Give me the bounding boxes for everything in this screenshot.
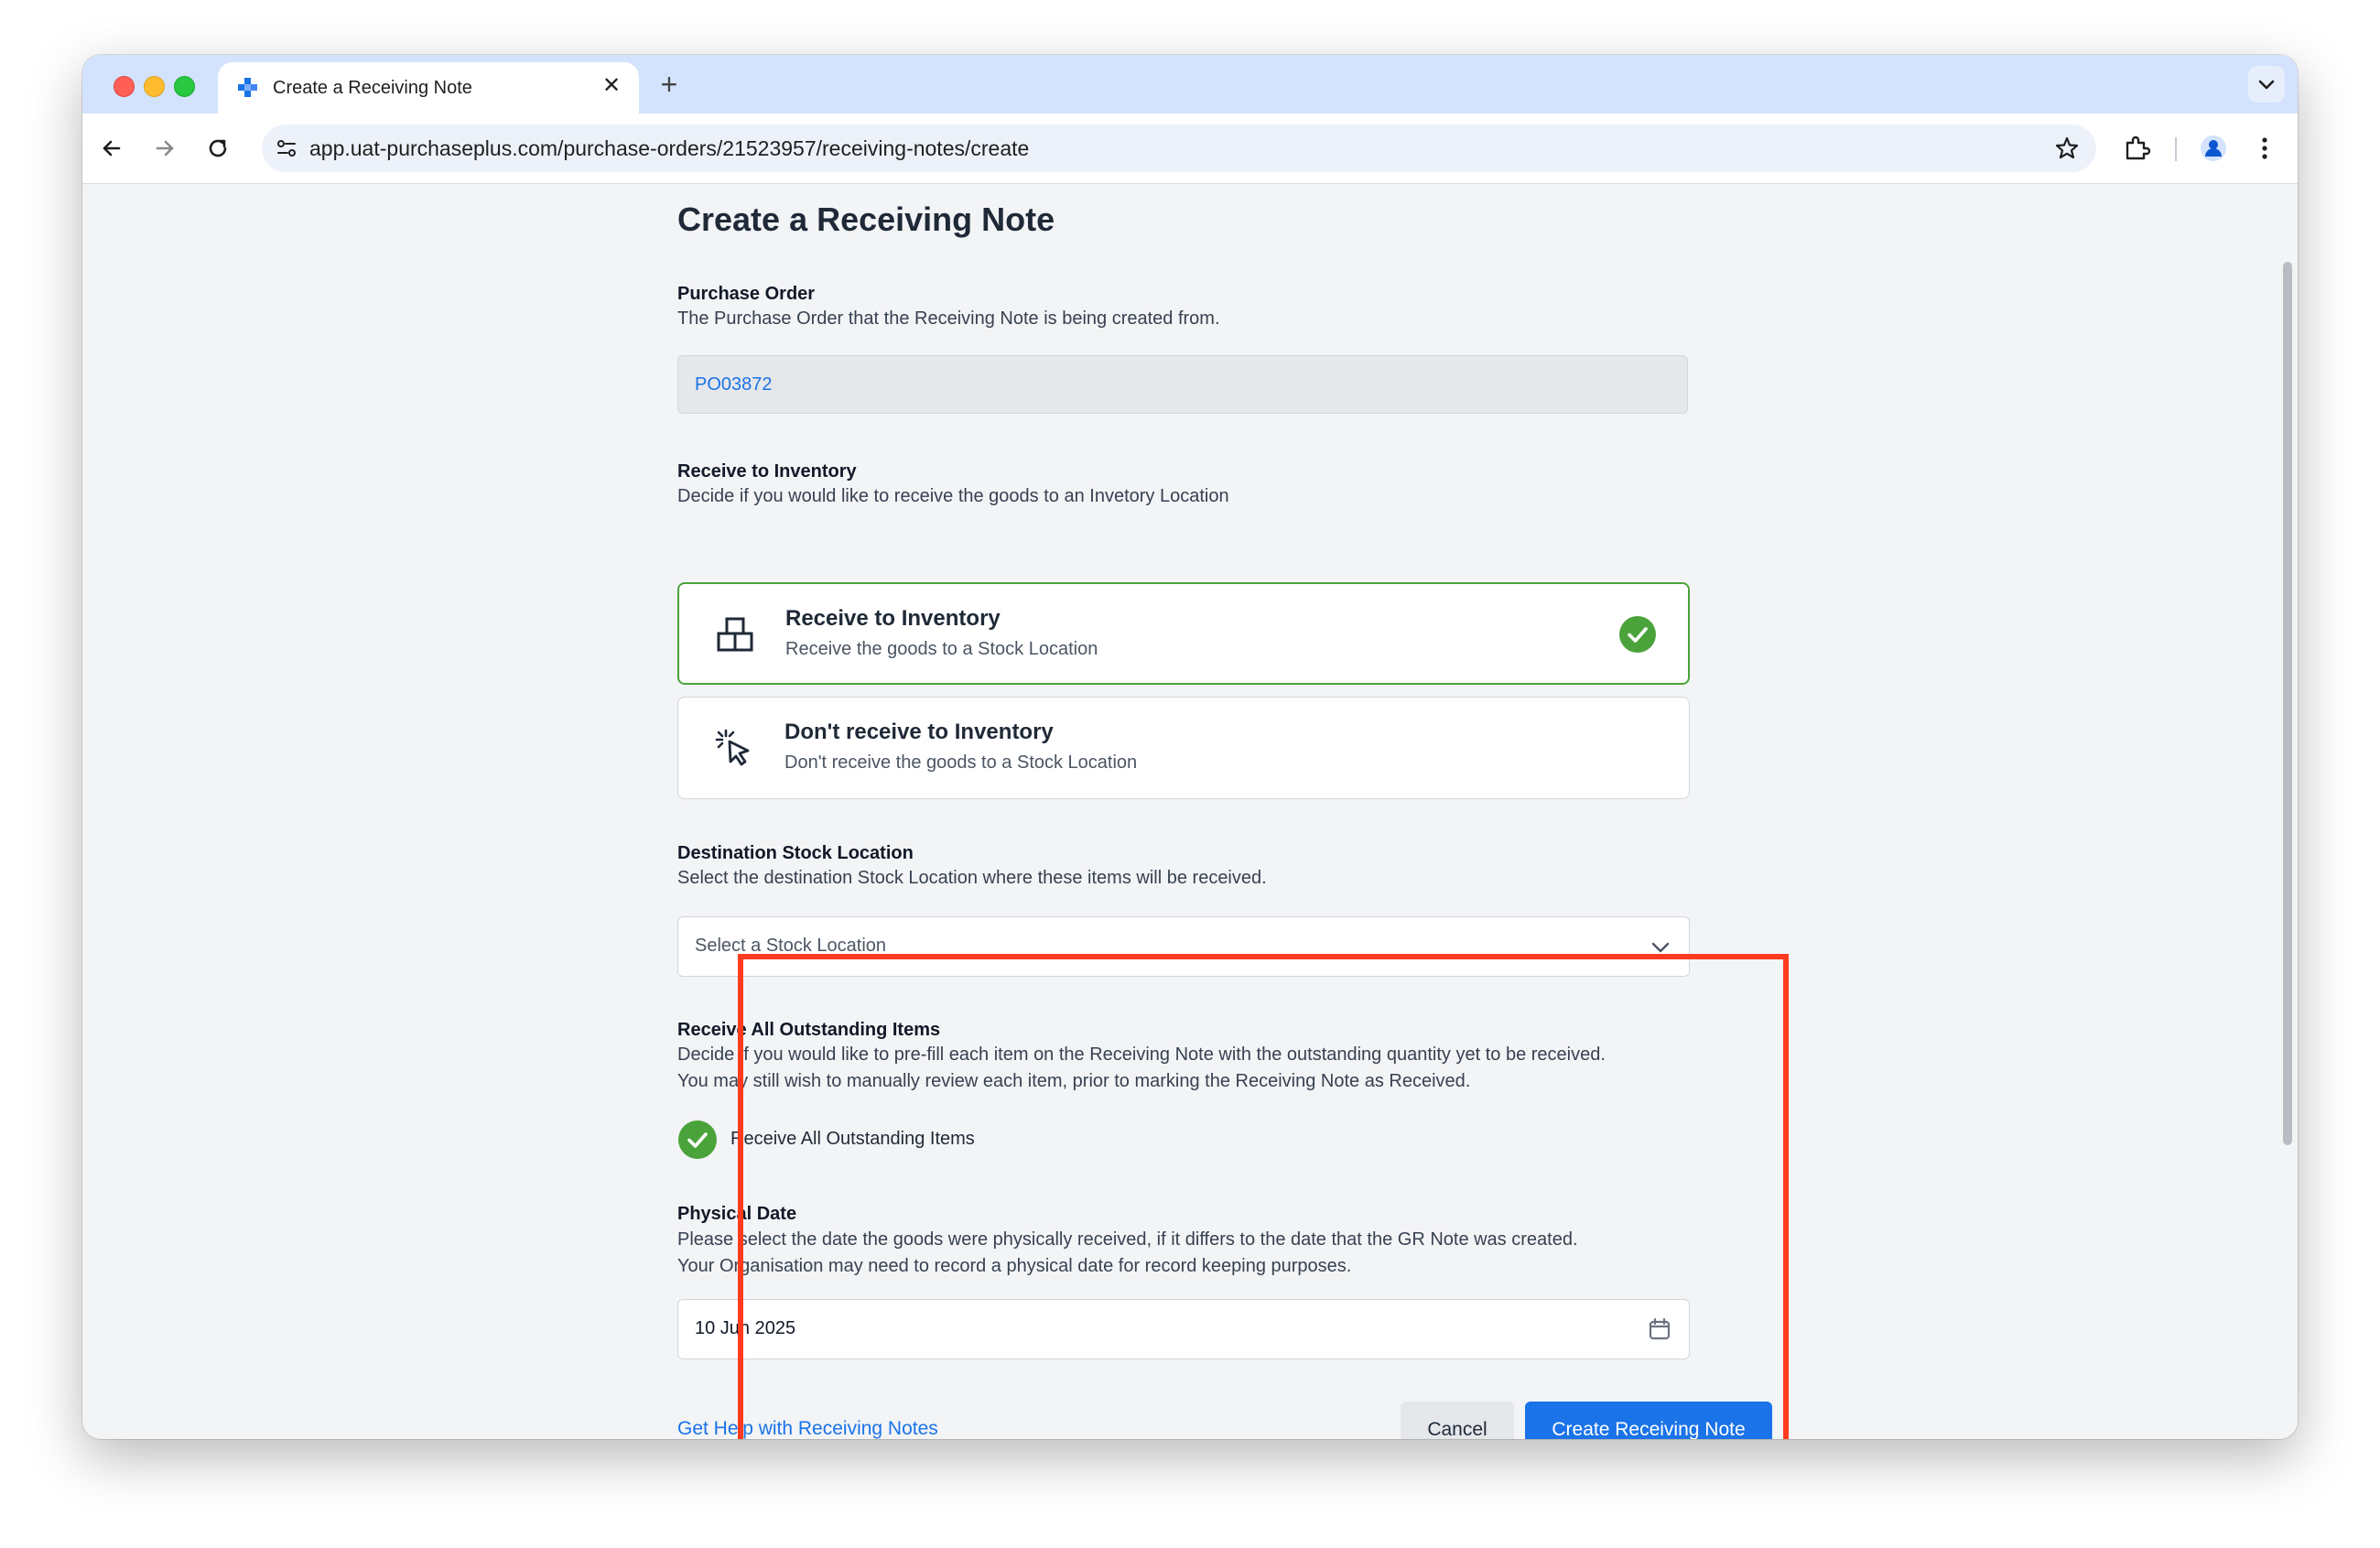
stock-location-placeholder: Select a Stock Location	[695, 936, 887, 956]
option-description: Don't receive the goods to a Stock Locat…	[784, 752, 1138, 773]
page-title: Create a Receiving Note	[677, 200, 1055, 238]
physical-date-label: Physical Date	[677, 1204, 797, 1224]
receive-to-inventory-label: Receive to Inventory	[677, 461, 857, 482]
purchase-order-description: The Purchase Order that the Receiving No…	[677, 309, 1220, 329]
destination-stock-location-description: Select the destination Stock Location wh…	[677, 868, 1267, 888]
physical-date-value: 10 Jun 2025	[695, 1318, 796, 1338]
checkbox-label[interactable]: Receive All Outstanding Items	[730, 1129, 975, 1150]
reload-icon[interactable]	[201, 132, 234, 165]
url-text[interactable]: app.uat-purchaseplus.com/purchase-orders…	[309, 136, 1029, 161]
forward-arrow-icon[interactable]	[148, 132, 181, 165]
cancel-button[interactable]: Cancel	[1401, 1402, 1514, 1439]
tab-title: Create a Receiving Note	[273, 78, 472, 98]
receive-all-outstanding-description-2: You may still wish to manually review ea…	[677, 1071, 1471, 1091]
tab-close-icon[interactable]: ✕	[599, 73, 624, 99]
option-description: Receive the goods to a Stock Location	[785, 639, 1098, 659]
close-window-button[interactable]	[114, 76, 135, 97]
tab-search-button[interactable]	[2248, 66, 2285, 103]
profile-avatar-icon[interactable]	[2197, 132, 2230, 165]
option-dont-receive-to-inventory[interactable]: Don't receive to Inventory Don't receive…	[677, 697, 1690, 799]
address-bar[interactable]: app.uat-purchaseplus.com/purchase-orders…	[262, 124, 2096, 172]
more-menu-icon[interactable]	[2248, 132, 2281, 165]
browser-window: Create a Receiving Note ✕ + app.uat-purc…	[82, 55, 2298, 1439]
help-link[interactable]: Get Help with Receiving Notes	[677, 1418, 938, 1439]
purchase-order-link[interactable]: PO03872	[695, 374, 773, 395]
receive-all-outstanding-label: Receive All Outstanding Items	[677, 1020, 941, 1040]
tab-strip: Create a Receiving Note ✕ +	[82, 55, 2298, 114]
maximize-window-button[interactable]	[174, 76, 195, 97]
tab-active[interactable]: Create a Receiving Note ✕	[218, 62, 639, 114]
check-circle-icon[interactable]	[677, 1120, 718, 1160]
minimize-window-button[interactable]	[144, 76, 165, 97]
purchase-order-label: Purchase Order	[677, 284, 816, 304]
physical-date-input[interactable]: 10 Jun 2025	[677, 1299, 1690, 1359]
purchaseplus-favicon-icon	[238, 78, 257, 97]
new-tab-button[interactable]: +	[654, 70, 685, 101]
purchase-order-field: PO03872	[677, 355, 1688, 414]
option-receive-to-inventory[interactable]: Receive to Inventory Receive the goods t…	[677, 582, 1690, 685]
destination-stock-location-label: Destination Stock Location	[677, 843, 914, 863]
boxes-icon	[717, 617, 753, 652]
page-content: Create a Receiving Note Purchase Order T…	[82, 184, 2298, 1439]
check-circle-icon	[1619, 616, 1656, 653]
receive-all-outstanding-description-1: Decide if you would like to pre-fill eac…	[677, 1045, 1606, 1065]
site-settings-icon[interactable]	[275, 136, 298, 160]
receive-to-inventory-description: Decide if you would like to receive the …	[677, 486, 1229, 506]
option-title: Receive to Inventory	[785, 606, 1001, 631]
page-scrollbar[interactable]	[2283, 262, 2292, 1145]
toolbar-divider	[2175, 137, 2177, 161]
extensions-puzzle-icon[interactable]	[2120, 132, 2153, 165]
create-receiving-note-button[interactable]: Create Receiving Note	[1525, 1402, 1772, 1439]
browser-toolbar: app.uat-purchaseplus.com/purchase-orders…	[82, 114, 2298, 184]
back-arrow-icon[interactable]	[95, 132, 128, 165]
calendar-icon[interactable]	[1647, 1316, 1672, 1342]
physical-date-description-1: Please select the date the goods were ph…	[677, 1229, 1578, 1250]
chevron-down-icon	[1651, 942, 1670, 953]
physical-date-description-2: Your Organisation may need to record a p…	[677, 1256, 1352, 1276]
stock-location-select[interactable]: Select a Stock Location	[677, 916, 1690, 977]
option-title: Don't receive to Inventory	[784, 720, 1054, 744]
chevron-down-icon	[2258, 80, 2275, 90]
cursor-click-icon	[715, 729, 750, 766]
bookmark-star-icon[interactable]	[2054, 135, 2080, 161]
